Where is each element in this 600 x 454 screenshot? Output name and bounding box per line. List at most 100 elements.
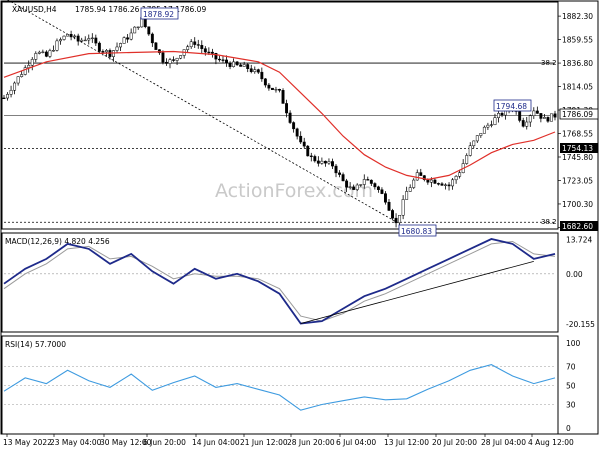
macd-tick-label: 0.00 — [566, 270, 583, 279]
candle-body — [27, 65, 31, 68]
candle-body — [401, 199, 405, 216]
candle-body — [200, 45, 204, 49]
x-tick-label: 14 Jun 04:00 — [192, 438, 240, 447]
candle-body — [274, 88, 278, 91]
candle-body — [34, 53, 38, 60]
candle-body — [295, 128, 299, 137]
candle-body — [359, 184, 363, 186]
candle-body — [119, 43, 123, 48]
x-tick-label: 28 Jul 04:00 — [481, 438, 526, 447]
candle-body — [451, 179, 455, 187]
candle-body — [387, 201, 391, 211]
candle-body — [147, 26, 151, 35]
chart-canvas: ActionForex.com XAUUSD,H4 1785.94 1786.2… — [0, 0, 599, 447]
candle-body — [436, 183, 440, 185]
rsi-panel — [1, 335, 559, 435]
candle-body — [341, 174, 345, 182]
candle-body — [408, 187, 412, 192]
candle-body — [525, 121, 529, 127]
candle-body — [94, 37, 98, 44]
candle-body — [80, 39, 84, 42]
candle-body — [193, 41, 197, 45]
candle-body — [447, 184, 451, 187]
candle-body — [394, 217, 398, 224]
candle-body — [331, 161, 334, 167]
candle-body — [242, 64, 246, 67]
price-tick-label: 1745.80 — [562, 153, 593, 162]
candle-body — [313, 156, 317, 162]
candle-body — [104, 50, 108, 53]
candle-body — [260, 71, 264, 80]
candle-body — [218, 58, 221, 61]
x-tick-label: 23 May 04:00 — [50, 438, 102, 447]
candle-body — [500, 113, 504, 116]
candle-body — [115, 46, 119, 51]
price-tick-label: 1814.05 — [562, 83, 593, 92]
candle-body — [542, 117, 546, 119]
candle-body — [267, 84, 271, 89]
candle-body — [309, 155, 313, 157]
candle-body — [376, 186, 380, 190]
candle-body — [37, 51, 41, 54]
rsi-tick-label: 100 — [566, 339, 581, 348]
price-badge-1754-text: 1754.13 — [562, 144, 593, 153]
price-badge-1786-text: 1786.09 — [562, 110, 593, 119]
fib-level-upper-label: 38.2 — [541, 59, 557, 67]
candle-body — [189, 41, 193, 47]
x-tick-label: 28 Jun 20:00 — [287, 438, 335, 447]
candle-body — [489, 124, 493, 126]
candle-body — [9, 89, 13, 95]
candle-body — [101, 51, 105, 53]
rsi-tick-label: 0 — [566, 424, 571, 433]
x-tick-label: 20 Jul 20:00 — [432, 438, 477, 447]
candle-body — [232, 61, 236, 67]
candle-body — [458, 172, 462, 177]
candle-body — [48, 50, 52, 57]
candle-body — [175, 57, 179, 61]
candle-body — [454, 176, 458, 181]
candle-body — [497, 113, 500, 118]
candle-body — [352, 186, 356, 190]
candle-body — [323, 160, 327, 164]
x-tick-label: 13 Jul 12:00 — [384, 438, 429, 447]
candle-body — [165, 61, 168, 64]
candle-body — [316, 160, 320, 164]
candle-body — [384, 193, 387, 203]
candle-body — [546, 117, 550, 122]
candle-body — [320, 160, 324, 164]
candle-body — [51, 50, 55, 52]
callout-low: 1680.83 — [401, 227, 432, 236]
candle-body — [391, 210, 394, 219]
watermark: ActionForex.com — [215, 180, 373, 202]
candle-body — [55, 40, 59, 51]
candle-body — [97, 42, 101, 52]
candle-body — [122, 37, 126, 44]
candle-body — [468, 145, 472, 156]
candle-body — [550, 113, 553, 122]
candle-body — [2, 97, 6, 100]
candle-body — [172, 59, 175, 61]
candle-body — [129, 32, 133, 40]
candle-body — [20, 74, 24, 77]
candle-body — [465, 155, 469, 164]
candle-body — [292, 122, 296, 130]
candle-body — [186, 46, 190, 50]
price-tick-label: 1700.30 — [562, 200, 593, 209]
candle-body — [299, 135, 303, 143]
candle-body — [150, 33, 154, 44]
candle-body — [369, 179, 373, 184]
candle-body — [362, 179, 366, 185]
x-tick-label: 6 Jun 20:00 — [143, 438, 186, 447]
candle-body — [44, 51, 48, 57]
candle-body — [429, 179, 433, 183]
candle-body — [306, 145, 310, 157]
rsi-tick-label: 30 — [566, 401, 576, 410]
candle-body — [126, 37, 130, 40]
candle-body — [207, 51, 211, 54]
x-axis: 13 May 202223 May 04:0030 May 12:006 Jun… — [3, 434, 574, 447]
candle-body — [221, 59, 225, 61]
candle-body — [528, 115, 532, 123]
candle-body — [373, 183, 377, 188]
candle-body — [41, 51, 45, 53]
candle-body — [239, 64, 243, 67]
